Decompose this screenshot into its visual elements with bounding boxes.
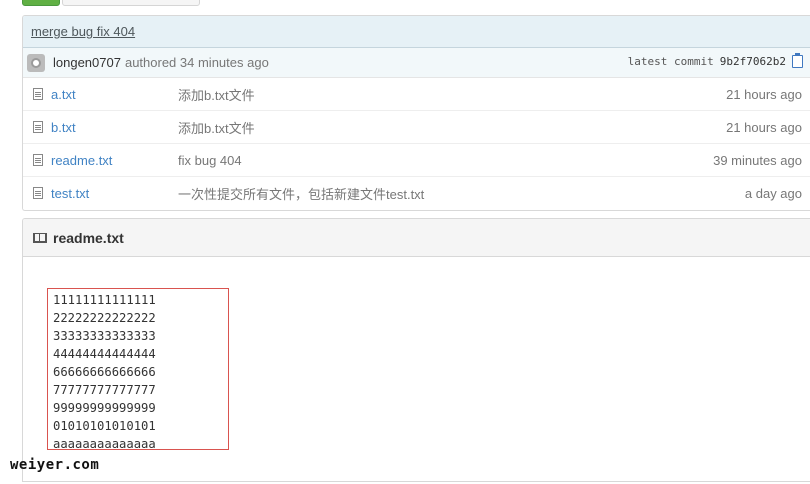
readme-line: 22222222222222	[53, 311, 156, 325]
file-commit-message[interactable]: 一次性提交所有文件，包括新建文件test.txt	[178, 184, 424, 203]
file-icon	[33, 121, 43, 133]
file-name-link[interactable]: a.txt	[51, 87, 76, 102]
file-commit-message[interactable]: 添加b.txt文件	[178, 85, 255, 104]
commit-meta-bar: longen0707 authored 34 minutes ago lates…	[23, 48, 810, 78]
book-icon	[33, 232, 47, 243]
commit-message-link[interactable]: merge bug fix 404	[31, 24, 135, 39]
file-icon	[33, 88, 43, 100]
file-icon	[33, 154, 43, 166]
file-age: a day ago	[744, 185, 802, 201]
file-commit-message[interactable]: 添加b.txt文件	[178, 118, 255, 137]
file-age: 21 hours ago	[726, 119, 802, 135]
readme-line: 66666666666666	[53, 365, 156, 379]
readme-line: 77777777777777	[53, 383, 156, 397]
watermark: weiyer.com	[10, 457, 100, 473]
readme-header: readme.txt	[23, 219, 810, 257]
commit-authored-time: authored 34 minutes ago	[124, 55, 269, 70]
file-name-link[interactable]: readme.txt	[51, 153, 112, 168]
readme-line: aaaaaaaaaaaaaa	[53, 437, 156, 451]
file-row: a.txt 添加b.txt文件 21 hours ago	[23, 78, 810, 111]
file-age: 39 minutes ago	[713, 152, 802, 168]
commit-author[interactable]: longen0707	[53, 55, 121, 70]
readme-title: readme.txt	[53, 229, 124, 246]
file-name-link[interactable]: test.txt	[51, 186, 89, 201]
commit-title-bar: merge bug fix 404	[23, 16, 810, 48]
readme-content-highlight: 11111111111111 22222222222222 3333333333…	[47, 288, 229, 451]
file-commit-message[interactable]: fix bug 404	[178, 153, 242, 168]
avatar[interactable]	[27, 53, 45, 72]
readme-panel: readme.txt 11111111111111 22222222222222…	[22, 218, 810, 482]
file-browser: merge bug fix 404 longen0707 authored 34…	[22, 15, 810, 211]
file-row: test.txt 一次性提交所有文件，包括新建文件test.txt a day …	[23, 177, 810, 209]
file-age: 21 hours ago	[726, 86, 802, 102]
file-name-link[interactable]: b.txt	[51, 120, 76, 135]
avatar-icon	[31, 57, 41, 68]
readme-line: 11111111111111	[53, 293, 156, 307]
file-icon	[33, 187, 43, 199]
file-row: b.txt 添加b.txt文件 21 hours ago	[23, 111, 810, 144]
latest-commit: latest commit 9b2f7062b2	[627, 53, 803, 68]
top-gray-button[interactable]	[62, 0, 200, 6]
clipboard-icon[interactable]	[792, 53, 803, 68]
file-row: readme.txt fix bug 404 39 minutes ago	[23, 144, 810, 177]
readme-line: 01010101010101	[53, 419, 156, 433]
readme-line: 44444444444444	[53, 347, 156, 361]
readme-line: 99999999999999	[53, 401, 156, 415]
commit-sha[interactable]: 9b2f7062b2	[720, 55, 786, 68]
readme-line: 33333333333333	[53, 329, 156, 343]
top-green-button[interactable]	[22, 0, 60, 6]
latest-commit-label: latest commit	[627, 55, 714, 68]
